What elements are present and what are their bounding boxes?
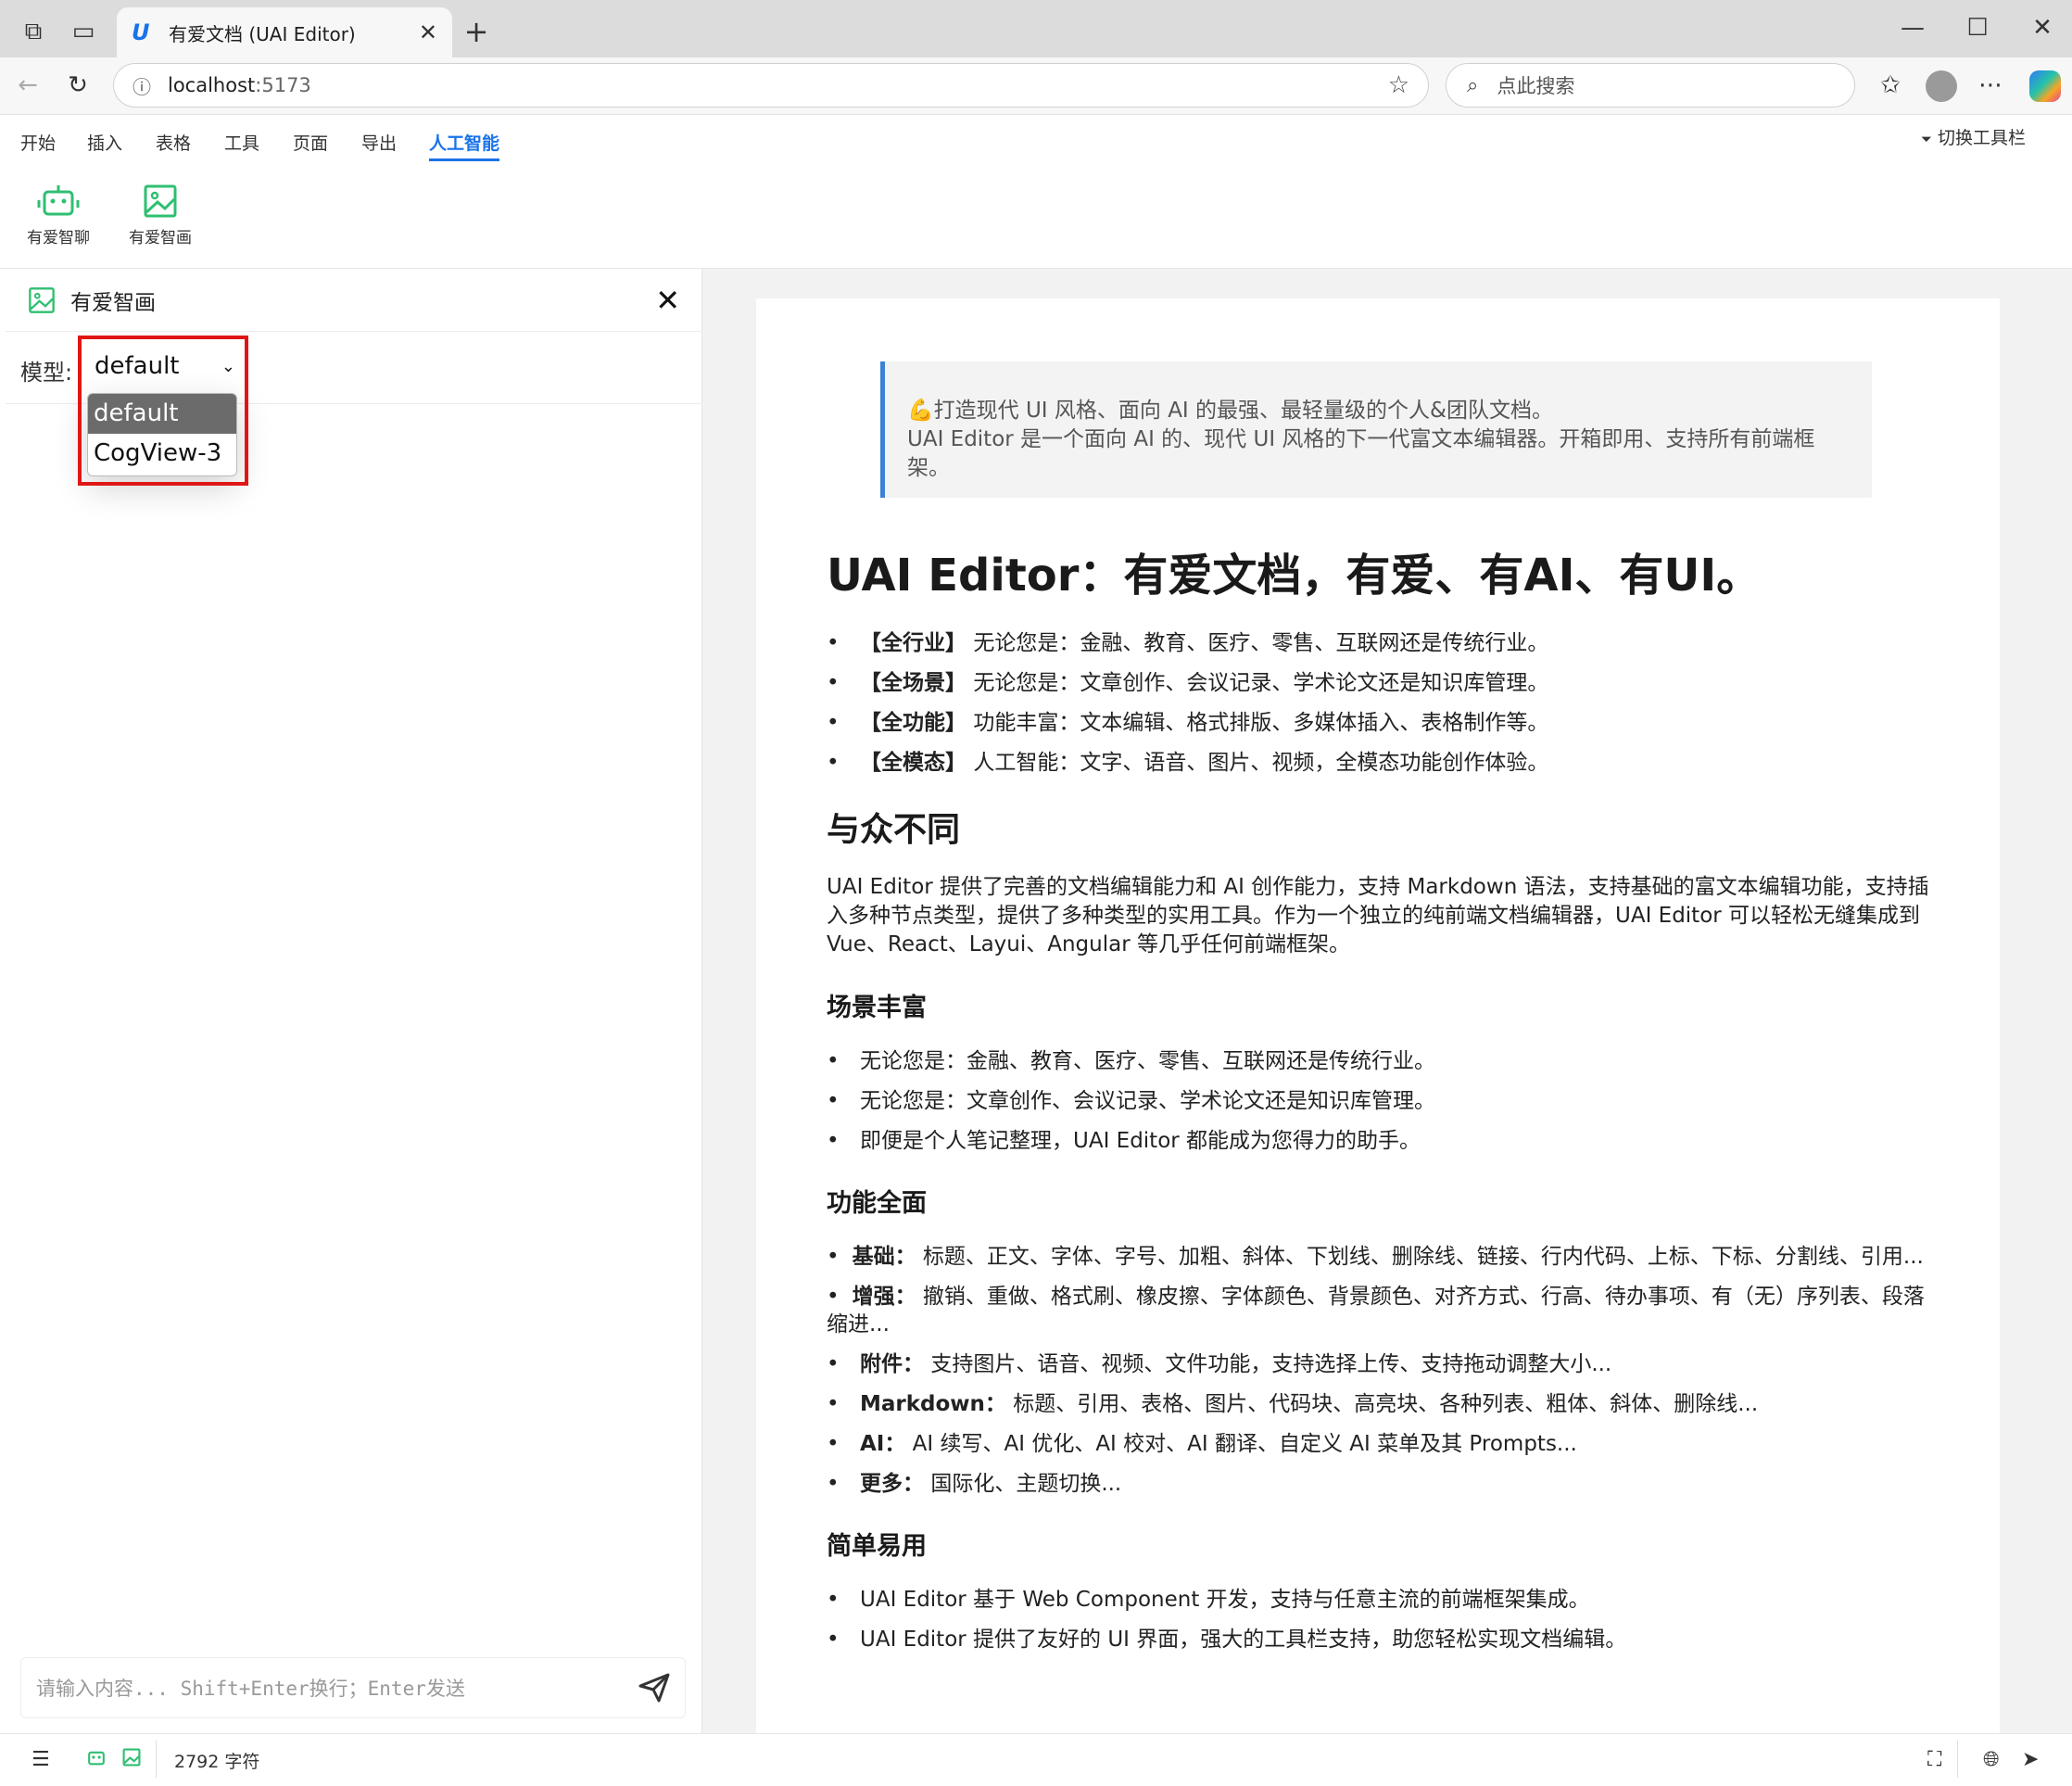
send-icon[interactable] bbox=[638, 1673, 670, 1703]
scene-list: 无论您是：金融、教育、医疗、零售、互联网还是传统行业。 无论您是：文章创作、会议… bbox=[827, 1047, 1929, 1155]
list-item: 无论您是：文章创作、会议记录、学术论文还是知识库管理。 bbox=[827, 1087, 1929, 1115]
tab-page[interactable]: 页面 bbox=[293, 130, 328, 155]
quote-line: 💪打造现代 UI 风格、面向 AI 的最强、最轻量级的个人&团队文档。 bbox=[907, 399, 1553, 423]
window-close-icon[interactable]: ✕ bbox=[2024, 9, 2061, 46]
list-item: 【全模态】 人工智能：文字、语音、图片、视频，全模态功能创作体验。 bbox=[827, 749, 1929, 777]
chat-input-placeholder: 请输入内容... Shift+Enter换行；Enter发送 bbox=[36, 1678, 465, 1700]
document-page[interactable]: 💪打造现代 UI 风格、面向 AI 的最强、最轻量级的个人&团队文档。 UAI … bbox=[756, 298, 2000, 1733]
workspaces-icon[interactable]: ⧉ bbox=[15, 13, 52, 50]
intro-list: 【全行业】 无论您是：金融、教育、医疗、零售、互联网还是传统行业。 【全场景】 … bbox=[827, 629, 1929, 777]
tab-export[interactable]: 导出 bbox=[361, 130, 397, 155]
tab-tools[interactable]: 工具 bbox=[224, 130, 259, 155]
image-icon bbox=[144, 184, 177, 218]
fullscreen-icon[interactable]: ⛶ bbox=[1927, 1748, 1941, 1771]
char-count: 2792 字符 bbox=[174, 1752, 260, 1772]
highlight-box bbox=[78, 336, 248, 486]
list-item: 【全场景】 无论您是：文章创作、会议记录、学术论文还是知识库管理。 bbox=[827, 669, 1929, 697]
browser-search-box[interactable]: ⌕ 点此搜索 bbox=[1446, 63, 1855, 108]
search-placeholder: 点此搜索 bbox=[1497, 75, 1575, 97]
copilot-icon[interactable] bbox=[2029, 70, 2061, 102]
tab-table[interactable]: 表格 bbox=[156, 130, 191, 155]
panel-header: 有爱智画 ✕ bbox=[6, 269, 702, 332]
list-item: Markdown： 标题、引用、表格、图片、代码块、高亮块、各种列表、粗体、斜体… bbox=[827, 1390, 1929, 1418]
image-icon[interactable] bbox=[122, 1748, 141, 1771]
ai-paint-label: 有爱智画 bbox=[129, 229, 192, 247]
close-icon[interactable]: ✕ bbox=[655, 283, 680, 318]
divider bbox=[1957, 1741, 1958, 1778]
list-item: 【全行业】 无论您是：金融、教育、医疗、零售、互联网还是传统行业。 bbox=[827, 629, 1929, 657]
list-item: AI： AI 续写、AI 优化、AI 校对、AI 翻译、自定义 AI 菜单及其 … bbox=[827, 1430, 1929, 1458]
quote-line: UAI Editor 是一个面向 AI 的、现代 UI 风格的下一代富文本编辑器… bbox=[907, 427, 1815, 480]
site-info-icon[interactable]: ⓘ bbox=[133, 72, 151, 99]
paragraph: UAI Editor 提供了完善的文档编辑能力和 AI 创作能力，支持 Mark… bbox=[827, 875, 1929, 956]
doc-title: UAI Editor：有爱文档，有爱、有AI、有UI。 bbox=[827, 550, 1762, 602]
list-item: 即便是个人笔记整理，UAI Editor 都能成为您得力的助手。 bbox=[827, 1127, 1929, 1155]
browser-tab[interactable]: U 有爱文档 (UAI Editor) ✕ bbox=[117, 7, 452, 57]
switch-toolbar-button[interactable]: ⏷ 切换工具栏 bbox=[1921, 124, 2026, 149]
ai-chat-label: 有爱智聊 bbox=[27, 229, 90, 247]
feature-list: 基础： 标题、正文、字体、字号、加粗、斜体、下划线、删除线、链接、行内代码、上标… bbox=[827, 1243, 1929, 1498]
tab-ai[interactable]: 人工智能 bbox=[429, 130, 500, 161]
list-item: 基础： 标题、正文、字体、字号、加粗、斜体、下划线、删除线、链接、行内代码、上标… bbox=[827, 1243, 1929, 1271]
robot-icon bbox=[37, 185, 80, 216]
subsection-heading: 场景丰富 bbox=[827, 994, 927, 1022]
ai-chat-button[interactable]: 有爱智聊 bbox=[17, 184, 100, 247]
globe-icon[interactable]: 🌐︎ bbox=[1983, 1748, 2000, 1771]
easy-list: UAI Editor 基于 Web Component 开发，支持与任意主流的前… bbox=[827, 1586, 1929, 1653]
toggle-toolbar-icon: ⏷ bbox=[1920, 131, 1932, 147]
ai-paint-button[interactable]: 有爱智画 bbox=[119, 184, 202, 247]
ai-paint-panel bbox=[6, 269, 702, 1733]
profile-avatar[interactable] bbox=[1926, 70, 1957, 102]
favorite-star-icon[interactable]: ☆ bbox=[1388, 71, 1409, 99]
tab-actions-icon[interactable]: ▭ bbox=[65, 13, 102, 50]
panel-title: 有爱智画 bbox=[70, 290, 156, 315]
robot-icon[interactable] bbox=[85, 1748, 107, 1771]
send-feedback-icon[interactable]: ➤ bbox=[2022, 1748, 2039, 1771]
list-item: 更多： 国际化、主题切换... bbox=[827, 1470, 1929, 1498]
subsection-heading: 简单易用 bbox=[827, 1532, 927, 1561]
back-icon[interactable]: ← bbox=[9, 67, 46, 104]
maximize-icon[interactable]: ☐ bbox=[1959, 9, 1996, 46]
favorites-icon[interactable]: ✩ bbox=[1872, 67, 1909, 104]
reload-icon[interactable]: ↻ bbox=[59, 67, 96, 104]
new-tab-icon[interactable]: + bbox=[458, 13, 495, 50]
section-heading: 与众不同 bbox=[827, 811, 961, 849]
list-item: 附件： 支持图片、语音、视频、文件功能，支持选择上传、支持拖动调整大小... bbox=[827, 1350, 1929, 1378]
image-icon bbox=[29, 286, 55, 313]
url-text: localhost:5173 bbox=[168, 74, 311, 96]
minimize-icon[interactable]: — bbox=[1894, 9, 1931, 46]
tab-title: 有爱文档 (UAI Editor) bbox=[169, 22, 356, 45]
model-label: 模型: bbox=[20, 360, 73, 386]
list-item: 增强： 撤销、重做、格式刷、橡皮擦、字体颜色、背景颜色、对齐方式、行高、待办事项… bbox=[827, 1283, 1929, 1338]
subsection-heading: 功能全面 bbox=[827, 1189, 927, 1218]
switch-toolbar-label: 切换工具栏 bbox=[1937, 128, 2026, 148]
list-item: 无论您是：金融、教育、医疗、零售、互联网还是传统行业。 bbox=[827, 1047, 1929, 1075]
uai-favicon-icon: U bbox=[132, 19, 150, 45]
tab-insert[interactable]: 插入 bbox=[87, 130, 122, 155]
tab-close-icon[interactable]: ✕ bbox=[419, 19, 437, 45]
chat-input[interactable]: 请输入内容... Shift+Enter换行；Enter发送 bbox=[20, 1657, 686, 1718]
url-bar[interactable]: ⓘ localhost:5173 ☆ bbox=[113, 63, 1429, 108]
tab-start[interactable]: 开始 bbox=[20, 130, 56, 155]
more-menu-icon[interactable]: ⋯ bbox=[1972, 67, 2009, 104]
list-item: UAI Editor 基于 Web Component 开发，支持与任意主流的前… bbox=[827, 1586, 1929, 1614]
list-item: 【全功能】 功能丰富：文本编辑、格式排版、多媒体插入、表格制作等。 bbox=[827, 709, 1929, 737]
list-item: UAI Editor 提供了友好的 UI 界面，强大的工具栏支持，助您轻松实现文… bbox=[827, 1626, 1929, 1653]
divider bbox=[156, 1741, 157, 1778]
intro-blockquote: 💪打造现代 UI 风格、面向 AI 的最强、最轻量级的个人&团队文档。 UAI … bbox=[880, 361, 1872, 498]
outline-icon[interactable]: ☰ bbox=[32, 1748, 50, 1771]
status-bar bbox=[0, 1733, 2072, 1786]
search-icon: ⌕ bbox=[1467, 73, 1479, 97]
